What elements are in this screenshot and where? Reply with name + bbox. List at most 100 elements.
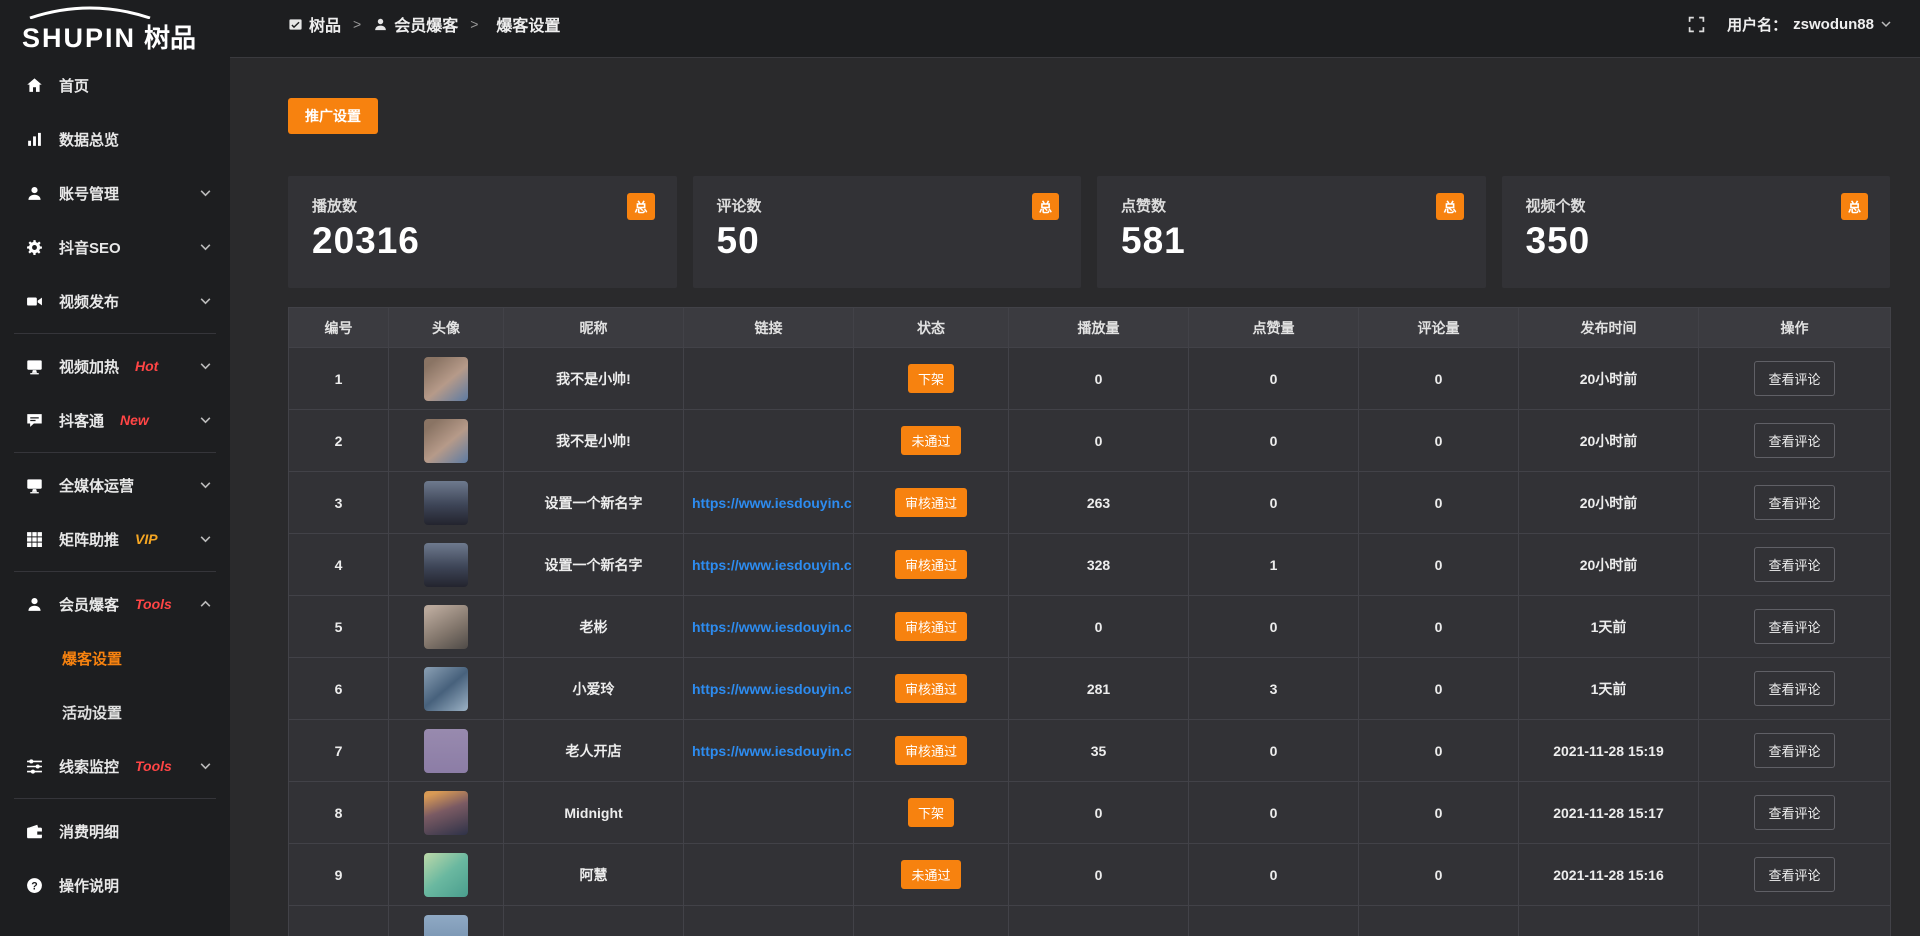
sidebar-item-5[interactable]: 视频加热Hot [0,339,230,393]
sidebar-subitem-9-1[interactable]: 活动设置 [0,685,230,739]
sidebar-divider [14,452,216,453]
page-title: 爆客设置 [496,12,560,36]
view-comments-button[interactable]: 查看评论 [1754,609,1834,644]
breadcrumb-label: 会员爆客 [394,12,458,36]
status-badge: 审核通过 [895,550,967,579]
column-header: 发布时间 [1519,308,1699,348]
cell-id: 3 [289,472,389,534]
table-row: 9阿慧未通过0002021-11-28 15:16查看评论 [289,844,1891,906]
view-comments-button[interactable]: 查看评论 [1754,361,1834,396]
cell-action: 查看评论 [1699,472,1891,534]
view-comments-button[interactable]: 查看评论 [1754,857,1834,892]
avatar [424,605,468,649]
cell-time: 20小时前 [1519,534,1699,596]
view-comments-button[interactable]: 查看评论 [1754,485,1834,520]
table-header: 编号头像昵称链接状态播放量点赞量评论量发布时间操作 [289,308,1891,348]
sidebar-item-label: 操作说明 [59,875,119,896]
sidebar-item-10[interactable]: 线索监控Tools [0,739,230,793]
stat-value: 50 [717,220,1058,262]
cell-action: 查看评论 [1699,348,1891,410]
cell-action: 查看评论 [1699,658,1891,720]
cell-status: 审核通过 [854,534,1009,596]
video-link[interactable]: https://www.iesdouyin.c [684,557,853,573]
user-menu[interactable]: 用户名： zswodun88 [1727,14,1892,35]
username-value: zswodun88 [1793,16,1874,33]
sidebar-item-1[interactable]: 数据总览 [0,112,230,166]
nav-badge: VIP [135,531,158,547]
status-badge: 审核通过 [895,612,967,641]
app-logo: SHUPIN 树品 [0,0,230,58]
table-row: 2我不是小帅!未通过00020小时前查看评论 [289,410,1891,472]
table-row: 3设置一个新名字https://www.iesdouyin.c审核通过26300… [289,472,1891,534]
cell-likes: 0 [1189,472,1359,534]
stat-value: 20316 [312,220,653,262]
video-link[interactable]: https://www.iesdouyin.c [684,619,853,635]
fullscreen-icon[interactable] [1688,16,1705,33]
video-link[interactable]: https://www.iesdouyin.c [684,495,853,511]
sidebar-divider [14,333,216,334]
stat-label: 视频个数 [1526,195,1867,216]
cell-time: 2021-11-28 15:17 [1519,782,1699,844]
avatar [424,419,468,463]
cell-likes: 0 [1189,720,1359,782]
column-header: 状态 [854,308,1009,348]
cell-comments: 0 [1359,596,1519,658]
breadcrumb-item-home[interactable]: 树品 [288,12,341,36]
total-badge: 总 [1032,193,1059,220]
cell-id [289,906,389,936]
view-comments-button[interactable]: 查看评论 [1754,423,1834,458]
sidebar-item-0[interactable]: 首页 [0,58,230,112]
sidebar-subitem-9-0[interactable]: 爆客设置 [0,631,230,685]
status-badge: 未通过 [901,860,960,889]
cell-plays: 0 [1009,410,1189,472]
cell-status: 审核通过 [854,472,1009,534]
cell-likes: 0 [1189,782,1359,844]
monitor-icon [24,358,44,375]
cell-action: 查看评论 [1699,782,1891,844]
avatar [424,791,468,835]
sidebar-item-6[interactable]: 抖客通New [0,393,230,447]
username-label: 用户名： [1727,14,1787,35]
cell-link: https://www.iesdouyin.c [684,658,854,720]
sidebar-item-11[interactable]: 消费明细 [0,804,230,858]
cell-comments: 0 [1359,410,1519,472]
sidebar-item-3[interactable]: 抖音SEO [0,220,230,274]
sidebar-item-7[interactable]: 全媒体运营 [0,458,230,512]
logo-text-cn: 树品 [144,18,196,55]
breadcrumb-item-member[interactable]: 会员爆客 [373,12,458,36]
cell-avatar [389,720,504,782]
column-header: 操作 [1699,308,1891,348]
breadcrumb-item-current: 爆客设置 [496,12,560,36]
view-comments-button[interactable]: 查看评论 [1754,671,1834,706]
chevron-down-icon [199,360,212,373]
cell-likes: 0 [1189,348,1359,410]
chevron-down-icon [199,479,212,492]
sidebar-item-8[interactable]: 矩阵助推 VIP [0,512,230,566]
sidebar-item-9[interactable]: 会员爆客Tools [0,577,230,631]
total-badge: 总 [1436,193,1463,220]
view-comments-button[interactable]: 查看评论 [1754,547,1834,582]
cell-link: https://www.iesdouyin.c [684,596,854,658]
cell-link: https://www.iesdouyin.c [684,720,854,782]
promo-settings-button[interactable]: 推广设置 [288,98,378,134]
cell-action: 查看评论 [1699,720,1891,782]
cell-comments: 0 [1359,782,1519,844]
sidebar-item-label: 矩阵助推 [59,529,119,550]
sidebar-item-4[interactable]: 视频发布 [0,274,230,328]
cell-time [1519,906,1699,936]
cell-likes: 0 [1189,844,1359,906]
video-link[interactable]: https://www.iesdouyin.c [684,681,853,697]
view-comments-button[interactable]: 查看评论 [1754,795,1834,830]
view-comments-button[interactable]: 查看评论 [1754,733,1834,768]
sidebar-item-12[interactable]: ?操作说明 [0,858,230,912]
avatar [424,729,468,773]
cell-plays: 0 [1009,782,1189,844]
video-table: 编号头像昵称链接状态播放量点赞量评论量发布时间操作 1我不是小帅!下架00020… [288,307,1891,936]
sidebar-subitem-label: 爆客设置 [62,648,122,669]
stat-label: 播放数 [312,195,653,216]
sidebar-item-2[interactable]: 账号管理 [0,166,230,220]
chevron-down-icon [1880,18,1892,30]
table-row: 8Midnight下架0002021-11-28 15:17查看评论 [289,782,1891,844]
cell-time: 2021-11-28 15:16 [1519,844,1699,906]
video-link[interactable]: https://www.iesdouyin.c [684,743,853,759]
